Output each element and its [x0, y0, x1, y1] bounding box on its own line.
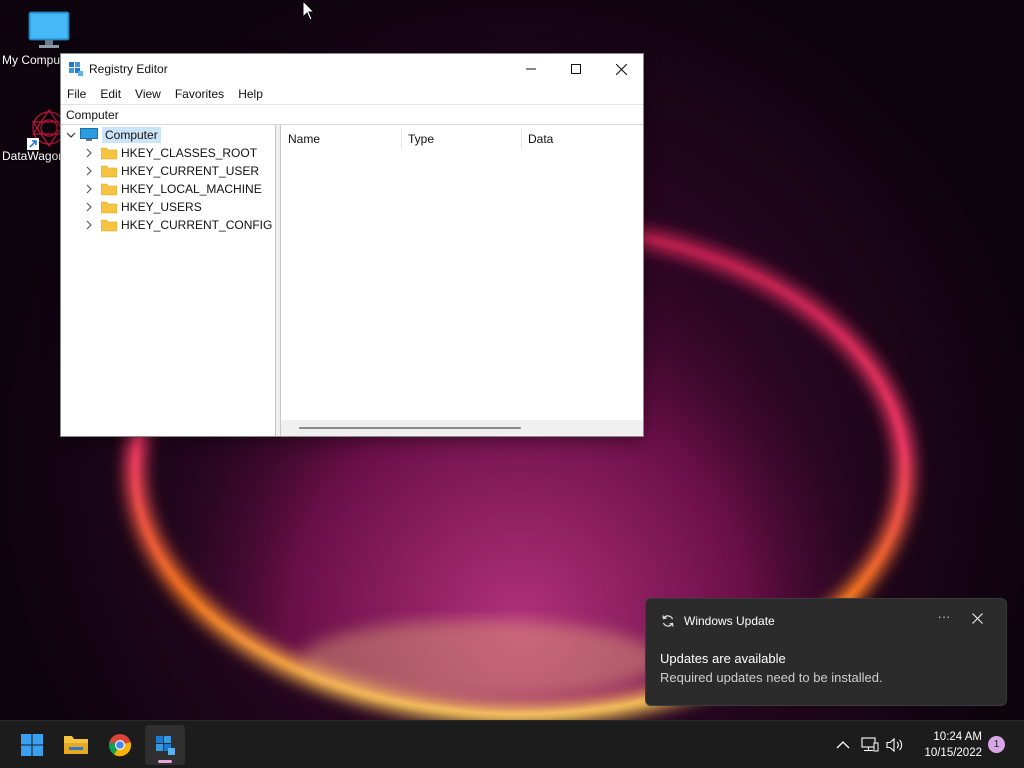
- tree-item-hkey-local-machine[interactable]: HKEY_LOCAL_MACHINE: [83, 180, 262, 198]
- folder-icon: [101, 165, 117, 178]
- registry-editor-window: Registry Editor File Edit View Favorites…: [60, 53, 644, 437]
- address-bar[interactable]: Computer: [61, 104, 643, 125]
- start-icon: [21, 734, 43, 756]
- mouse-cursor-icon: [302, 0, 316, 21]
- maximize-button[interactable]: [553, 54, 599, 84]
- sync-icon: [662, 615, 674, 627]
- chevron-right-icon[interactable]: [83, 220, 95, 230]
- notification-app-name: Windows Update: [684, 614, 775, 628]
- tree-item-hkey-classes-root[interactable]: HKEY_CLASSES_ROOT: [83, 144, 257, 162]
- tree-item-hkey-current-user[interactable]: HKEY_CURRENT_USER: [83, 162, 259, 180]
- active-app-indicator: [158, 760, 172, 763]
- window-title: Registry Editor: [89, 62, 168, 76]
- notification-heading: Updates are available: [660, 651, 786, 666]
- taskbar-file-explorer[interactable]: [56, 725, 96, 765]
- tree-item-label: HKEY_CLASSES_ROOT: [121, 146, 258, 160]
- network-icon[interactable]: [861, 737, 879, 753]
- minimize-button[interactable]: [508, 54, 554, 84]
- monitor-icon: [28, 11, 70, 48]
- column-header-name[interactable]: Name: [281, 129, 401, 149]
- menu-file[interactable]: File: [67, 87, 86, 101]
- chevron-right-icon[interactable]: [83, 202, 95, 212]
- scrollbar-thumb[interactable]: [299, 427, 521, 429]
- menu-help[interactable]: Help: [238, 87, 263, 101]
- desktop-icon-label: My Computer: [2, 53, 62, 67]
- tree-item-computer[interactable]: Computer: [65, 126, 161, 144]
- windows-update-notification[interactable]: Windows Update ··· Updates are available…: [645, 598, 1007, 706]
- tree-item-hkey-users[interactable]: HKEY_USERS: [83, 198, 202, 216]
- column-header-data[interactable]: Data: [521, 129, 641, 149]
- desktop-icon-label: DataWagon: [2, 149, 62, 163]
- notification-count-badge[interactable]: 1: [988, 736, 1005, 753]
- taskbar: 10:24 AM 10/15/2022 1: [0, 720, 1024, 768]
- system-clock[interactable]: 10:24 AM 10/15/2022: [912, 729, 982, 761]
- tree-item-label: HKEY_USERS: [121, 200, 202, 214]
- computer-icon: [80, 128, 98, 142]
- clock-date: 10/15/2022: [924, 747, 982, 759]
- volume-icon[interactable]: [886, 737, 904, 753]
- menu-bar: File Edit View Favorites Help: [61, 84, 643, 104]
- close-button[interactable]: [598, 54, 644, 84]
- folder-icon: [101, 219, 117, 232]
- tree-item-hkey-current-config[interactable]: HKEY_CURRENT_CONFIG: [83, 216, 272, 234]
- values-list: Name Type Data: [281, 125, 643, 436]
- folder-icon: [101, 201, 117, 214]
- minimize-icon: [526, 68, 536, 70]
- title-bar[interactable]: Registry Editor: [61, 54, 643, 84]
- maximize-icon: [571, 64, 581, 74]
- menu-favorites[interactable]: Favorites: [175, 87, 224, 101]
- tree-item-label: HKEY_CURRENT_CONFIG: [121, 218, 273, 232]
- key-tree: Computer HKEY_CLASSES_ROOT HKEY_CURRENT_…: [61, 125, 276, 436]
- chevron-right-icon[interactable]: [83, 166, 95, 176]
- editor-panes: Computer HKEY_CLASSES_ROOT HKEY_CURRENT_…: [61, 125, 643, 436]
- horizontal-scrollbar[interactable]: [281, 420, 643, 436]
- chrome-icon: [108, 734, 132, 757]
- taskbar-chrome[interactable]: [100, 725, 140, 765]
- close-icon: [615, 63, 627, 75]
- clock-time: 10:24 AM: [933, 731, 982, 743]
- chevron-right-icon[interactable]: [83, 148, 95, 158]
- registry-editor-icon: [156, 736, 175, 755]
- menu-edit[interactable]: Edit: [100, 87, 121, 101]
- folder-icon: [101, 183, 117, 196]
- chevron-up-icon[interactable]: [836, 740, 850, 750]
- taskbar-registry-editor[interactable]: [145, 725, 185, 765]
- tree-item-label: Computer: [102, 127, 161, 143]
- column-header-type[interactable]: Type: [401, 129, 521, 149]
- file-explorer-icon: [64, 736, 88, 754]
- chevron-down-icon[interactable]: [65, 130, 77, 140]
- tree-item-label: HKEY_LOCAL_MACHINE: [121, 182, 262, 196]
- folder-icon: [101, 147, 117, 160]
- registry-editor-icon: [69, 62, 83, 76]
- close-icon[interactable]: [972, 613, 983, 624]
- tree-item-label: HKEY_CURRENT_USER: [121, 164, 260, 178]
- more-options-button[interactable]: ···: [932, 609, 956, 631]
- chevron-right-icon[interactable]: [83, 184, 95, 194]
- address-path: Computer: [66, 108, 119, 122]
- notification-body: Required updates need to be installed.: [660, 670, 883, 685]
- menu-view[interactable]: View: [135, 87, 161, 101]
- start-button[interactable]: [12, 725, 52, 765]
